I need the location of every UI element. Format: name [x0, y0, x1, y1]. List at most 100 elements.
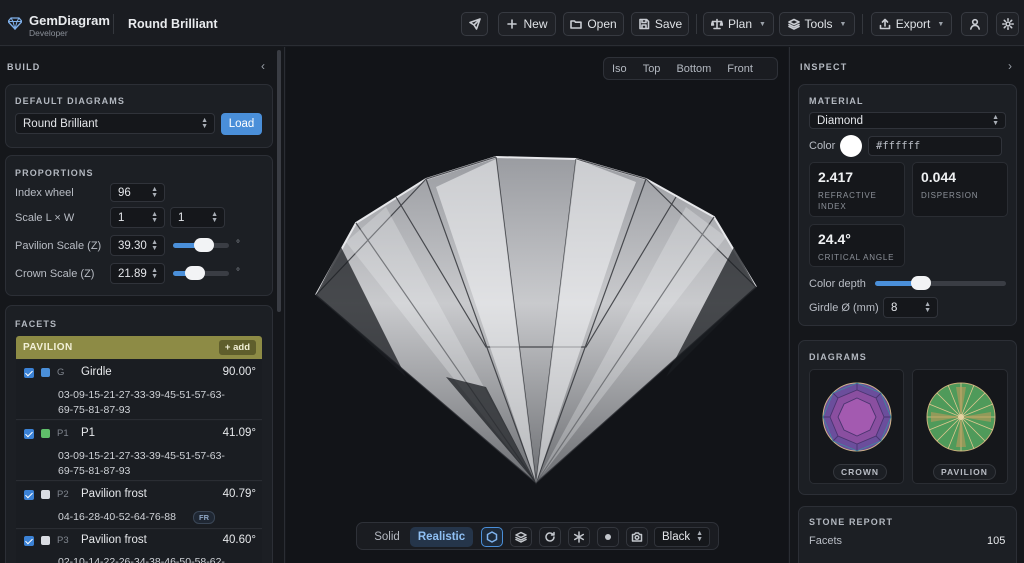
facet-row[interactable]: G Girdle 90.00° 03-09-15-21-27-33-39-45-…	[16, 360, 262, 420]
crown-scale-handle[interactable]	[185, 266, 206, 280]
facet-visible-checkbox[interactable]	[24, 368, 34, 378]
gem-view-button[interactable]	[481, 527, 503, 547]
3d-viewport[interactable]	[286, 47, 788, 563]
facet-angle: 41.09°	[222, 427, 256, 439]
facet-color-swatch[interactable]	[41, 368, 50, 377]
snowflake-icon	[573, 531, 585, 543]
facets-count-value: 105	[987, 535, 1006, 547]
open-button[interactable]: Open	[563, 12, 624, 36]
refractive-index-value: 2.417	[818, 169, 854, 185]
new-button[interactable]: New	[498, 12, 556, 36]
scale-width-input[interactable]: 1 ▲ ▼	[170, 207, 225, 228]
color-depth-handle[interactable]	[910, 276, 931, 290]
stepper-arrows-icon: ▲ ▼	[151, 210, 158, 224]
crown-diagram	[822, 382, 892, 452]
scale-lw-label: Scale L × W	[15, 212, 75, 224]
select-arrows-icon: ▲ ▼	[151, 185, 158, 199]
facet-visible-checkbox[interactable]	[24, 536, 34, 546]
color-swatch[interactable]	[840, 135, 862, 157]
pavilion-scale-label: Pavilion Scale (Z)	[15, 240, 102, 252]
open-button-label: Open	[587, 17, 617, 31]
pavilion-scale-handle[interactable]	[193, 238, 214, 252]
stepper-arrows-icon: ▲ ▼	[151, 238, 158, 252]
index-wheel-value: 96	[118, 186, 131, 199]
view-tab-top[interactable]: Top	[635, 63, 669, 75]
crown-scale-input[interactable]: 21.89 ▲ ▼	[110, 263, 165, 284]
top-toolbar: GemDiagram Developer Round Brilliant New…	[0, 0, 1024, 46]
collapse-right-icon[interactable]: ›	[1008, 59, 1012, 73]
crown-diagram-card[interactable]: CROWN	[809, 369, 904, 484]
sparkle-button[interactable]	[568, 527, 590, 547]
layers-view-button[interactable]	[510, 527, 532, 547]
pavilion-group-header[interactable]: PAVILION + add	[16, 336, 262, 359]
color-depth-slider[interactable]	[875, 276, 1006, 290]
scale-length-input[interactable]: 1 ▲ ▼	[110, 207, 165, 228]
collapse-left-icon[interactable]: ‹	[261, 59, 265, 73]
rotate-button[interactable]	[539, 527, 561, 547]
girdle-diameter-input[interactable]: 8 ▲ ▼	[883, 297, 938, 318]
facet-id: P1	[57, 428, 69, 439]
share-button[interactable]	[461, 12, 488, 36]
index-wheel-select[interactable]: 96 ▲ ▼	[110, 183, 165, 202]
facet-id: G	[57, 367, 65, 378]
add-facet-button[interactable]: + add	[218, 340, 256, 355]
default-diagram-value: Round Brilliant	[23, 117, 98, 130]
light-toggle-button[interactable]	[597, 527, 619, 547]
facet-row[interactable]: P3 Pavilion frost 40.60° 02-10-14-22-26-…	[16, 530, 262, 563]
facet-row[interactable]: P2 Pavilion frost 40.79° 04-16-28-40-52-…	[16, 482, 262, 529]
tools-menu-label: Tools	[804, 17, 833, 31]
chevron-down-icon: ▼	[759, 20, 766, 28]
plan-menu-label: Plan	[728, 17, 753, 31]
account-button[interactable]	[961, 12, 988, 36]
pavilion-diagram-card[interactable]: PAVILION	[912, 369, 1008, 484]
facet-angle: 40.79°	[222, 488, 256, 500]
gem-render[interactable]	[286, 47, 788, 563]
facet-index-line: 03-09-15-21-27-33-39-45-51-57-63-	[58, 389, 225, 401]
pavilion-scale-input[interactable]: 39.30 ▲ ▼	[110, 235, 165, 256]
document-title[interactable]: Round Brilliant	[128, 17, 218, 31]
hexagon-icon	[486, 531, 498, 543]
background-select[interactable]: Black ▲ ▼	[654, 527, 710, 547]
facet-name: P1	[81, 427, 96, 439]
default-diagram-select[interactable]: Round Brilliant ▲ ▼	[15, 113, 215, 134]
new-button-label: New	[523, 17, 548, 31]
view-tab-front[interactable]: Front	[719, 63, 761, 75]
facet-color-swatch[interactable]	[41, 429, 50, 438]
screenshot-button[interactable]	[626, 527, 648, 547]
stepper-arrows-icon: ▲ ▼	[924, 300, 931, 314]
save-button[interactable]: Save	[631, 12, 689, 36]
facet-name: Pavilion frost	[81, 488, 147, 500]
stepper-arrows-icon: ▲ ▼	[211, 210, 218, 224]
tools-menu-button[interactable]: Tools ▼	[779, 12, 855, 36]
facet-row[interactable]: P1 P1 41.09° 03-09-15-21-27-33-39-45-51-…	[16, 421, 262, 481]
facet-visible-checkbox[interactable]	[24, 429, 34, 439]
facet-visible-checkbox[interactable]	[24, 490, 34, 500]
facet-color-swatch[interactable]	[41, 490, 50, 499]
load-button[interactable]: Load	[221, 113, 262, 135]
dispersion-label: DISPERSION	[921, 191, 979, 200]
select-arrows-icon: ▲ ▼	[992, 113, 999, 127]
app-subtitle: Developer	[29, 28, 68, 38]
dispersion-value: 0.044	[921, 169, 957, 185]
plan-menu-button[interactable]: Plan ▼	[703, 12, 774, 36]
camera-icon	[631, 532, 643, 542]
mode-realistic-tab[interactable]: Realistic	[410, 527, 473, 547]
left-panel-scrollbar[interactable]	[277, 50, 281, 312]
refractive-index-stat: 2.417 REFRACTIVE INDEX	[809, 162, 905, 217]
view-tab-bottom[interactable]: Bottom	[668, 63, 719, 75]
critical-angle-stat: 24.4° CRITICAL ANGLE	[809, 224, 905, 267]
view-tab-iso[interactable]: Iso	[604, 63, 635, 75]
export-menu-button[interactable]: Export ▼	[871, 12, 952, 36]
divider	[113, 14, 114, 34]
theme-toggle-button[interactable]	[996, 12, 1019, 36]
facet-color-swatch[interactable]	[41, 536, 50, 545]
color-label: Color	[809, 140, 836, 152]
color-hex-input[interactable]: #ffffff	[868, 136, 1002, 156]
stepper-arrows-icon: ▲ ▼	[151, 266, 158, 280]
material-select[interactable]: Diamond ▲ ▼	[809, 112, 1006, 129]
mode-solid-tab[interactable]: Solid	[363, 527, 411, 547]
facet-id: P3	[57, 535, 69, 546]
pavilion-scale-slider[interactable]	[173, 238, 229, 252]
proportions-title: PROPORTIONS	[15, 168, 94, 178]
crown-scale-slider[interactable]	[173, 266, 229, 280]
